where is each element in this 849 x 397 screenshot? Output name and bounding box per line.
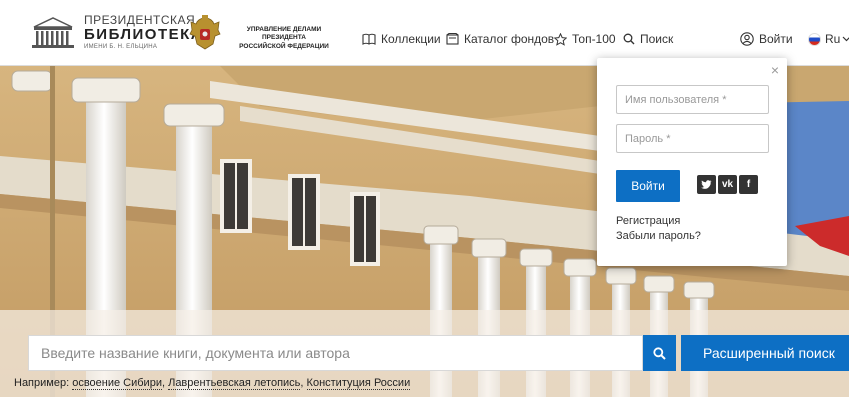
username-field[interactable]: Имя пользователя * [616,85,769,114]
login-submit-button[interactable]: Войти [616,170,680,202]
logo-line-2: БИБЛИОТЕКА [84,26,204,43]
admin-line-1: УПРАВЛЕНИЕ ДЕЛАМИ ПРЕЗИДЕНТА [246,26,322,42]
language-selector[interactable]: Ru [808,32,849,46]
state-emblem-icon [189,15,221,50]
nav-search-label: Поиск [640,32,674,46]
username-placeholder: Имя пользователя * [625,93,727,106]
nav-login[interactable]: Войти [740,32,793,46]
star-icon [554,32,567,46]
search-examples: Например: освоение Сибири, Лаврентьевска… [14,377,411,390]
language-label: Ru [825,32,841,46]
logo-line-1: ПРЕЗИДЕНТСКАЯ [84,13,196,27]
nav-collections-label: Коллекции [381,32,441,46]
logo-line-3: ИМЕНИ Б. Н. ЕЛЬЦИНА [84,44,158,50]
book-open-icon [362,33,376,45]
password-field[interactable]: Пароль * [616,124,769,153]
library-building-icon [32,17,74,48]
twitter-icon[interactable] [697,175,716,194]
search-icon [653,346,666,360]
example-link[interactable]: Конституция России [306,377,411,390]
flag-ru-icon [808,32,821,46]
user-icon [740,32,754,46]
example-link[interactable]: освоение Сибири [72,377,162,390]
close-icon[interactable]: × [771,62,779,78]
search-icon [623,33,635,45]
admin-line-2: РОССИЙСКОЙ ФЕДЕРАЦИИ [239,42,329,50]
advanced-search-button[interactable]: Расширенный поиск [681,335,849,371]
password-placeholder: Пароль * [625,132,671,145]
chevron-down-icon [842,36,849,42]
login-popup: × Имя пользователя * Пароль * Войти vk f… [597,58,787,266]
register-link[interactable]: Регистрация [616,215,680,227]
example-prefix: Например: [14,377,70,389]
nav-top-100[interactable]: Топ-100 [554,32,616,46]
nav-search[interactable]: Поиск [623,32,673,46]
facebook-icon[interactable]: f [739,175,758,194]
nav-catalog-label: Каталог фондов [464,32,555,46]
search-button[interactable] [643,335,676,371]
search-placeholder: Введите название книги, документа или ав… [41,345,350,361]
forgot-password-link[interactable]: Забыли пароль? [616,230,701,242]
twitter-bird-icon [701,180,712,189]
search-input[interactable]: Введите название книги, документа или ав… [28,335,643,371]
catalog-icon [446,33,459,45]
nav-top-100-label: Топ-100 [572,32,616,46]
nav-collections[interactable]: Коллекции [362,32,441,46]
nav-catalog[interactable]: Каталог фондов [446,32,554,46]
example-link[interactable]: Лаврентьевская летопись [168,377,301,390]
vk-icon[interactable]: vk [718,175,737,194]
site-header: ПРЕЗИДЕНТСКАЯ БИБЛИОТЕКА ИМЕНИ Б. Н. ЕЛЬ… [0,0,849,66]
nav-login-label: Войти [759,32,793,46]
admin-department-label: УПРАВЛЕНИЕ ДЕЛАМИ ПРЕЗИДЕНТА РОССИЙСКОЙ … [228,26,340,51]
library-logo[interactable]: ПРЕЗИДЕНТСКАЯ БИБЛИОТЕКА ИМЕНИ Б. Н. ЕЛЬ… [30,14,203,50]
